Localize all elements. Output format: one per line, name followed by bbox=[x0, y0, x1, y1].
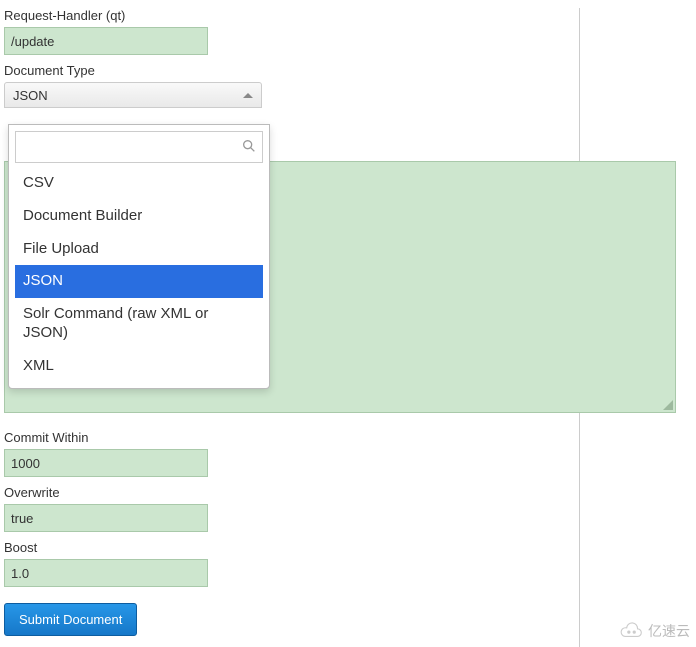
option-json[interactable]: JSON bbox=[15, 265, 263, 298]
boost-group: Boost bbox=[4, 540, 564, 587]
option-xml[interactable]: XML bbox=[15, 350, 263, 383]
document-type-selected: JSON bbox=[13, 88, 48, 103]
search-icon bbox=[241, 138, 257, 154]
overwrite-input[interactable] bbox=[4, 504, 208, 532]
option-document-builder[interactable]: Document Builder bbox=[15, 200, 263, 233]
option-csv[interactable]: CSV bbox=[15, 167, 263, 200]
document-type-combobox[interactable]: JSON bbox=[4, 82, 262, 108]
boost-input[interactable] bbox=[4, 559, 208, 587]
cloud-icon bbox=[618, 622, 644, 640]
watermark-text: 亿速云 bbox=[648, 621, 690, 641]
document-type-group: Document Type JSON bbox=[4, 63, 571, 108]
lower-fields: Commit Within Overwrite Boost Submit Doc… bbox=[4, 422, 564, 636]
commit-within-label: Commit Within bbox=[4, 430, 564, 445]
option-solr-command[interactable]: Solr Command (raw XML or JSON) bbox=[15, 298, 263, 350]
overwrite-label: Overwrite bbox=[4, 485, 564, 500]
watermark: 亿速云 bbox=[618, 621, 690, 641]
chevron-up-icon bbox=[243, 93, 253, 98]
dropdown-search-wrap bbox=[15, 131, 263, 163]
commit-within-input[interactable] bbox=[4, 449, 208, 477]
document-type-dropdown: CSV Document Builder File Upload JSON So… bbox=[8, 124, 270, 389]
submit-document-button[interactable]: Submit Document bbox=[4, 603, 137, 636]
overwrite-group: Overwrite bbox=[4, 485, 564, 532]
document-type-label: Document Type bbox=[4, 63, 571, 78]
request-handler-label: Request-Handler (qt) bbox=[4, 8, 571, 23]
boost-label: Boost bbox=[4, 540, 564, 555]
dropdown-search-input[interactable] bbox=[15, 131, 263, 163]
request-handler-input[interactable] bbox=[4, 27, 208, 55]
option-file-upload[interactable]: File Upload bbox=[15, 233, 263, 266]
commit-within-group: Commit Within bbox=[4, 430, 564, 477]
request-handler-group: Request-Handler (qt) bbox=[4, 8, 571, 55]
